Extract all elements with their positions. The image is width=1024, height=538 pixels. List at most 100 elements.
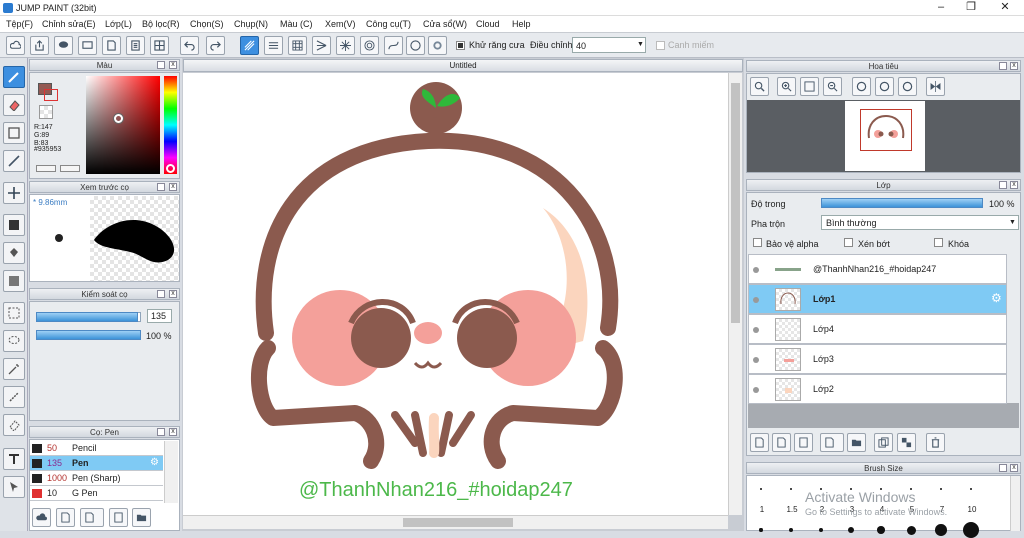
menu-cloud[interactable]: Cloud: [476, 19, 500, 29]
close-panel-icon[interactable]: x: [1010, 464, 1018, 472]
duplicate-layer-button[interactable]: [874, 433, 893, 452]
hue-cursor[interactable]: [166, 164, 175, 173]
rotate-right-button[interactable]: [898, 77, 917, 96]
zoom-fit-window-button[interactable]: [800, 77, 819, 96]
zoom-in-button[interactable]: [777, 77, 796, 96]
float-panel-icon[interactable]: [157, 290, 165, 298]
close-panel-icon[interactable]: x: [1010, 62, 1018, 70]
brush-size-preset-sample[interactable]: [906, 525, 916, 535]
brush-size-preset-dot[interactable]: [760, 488, 762, 490]
visibility-icon[interactable]: [753, 297, 759, 303]
layer-folder-doc-button[interactable]: [794, 433, 813, 452]
operation-tool[interactable]: [3, 476, 25, 498]
brush-item[interactable]: 1000 Pen (Sharp): [30, 471, 163, 486]
layer-row[interactable]: Lớp2: [748, 374, 1007, 404]
menu-capture[interactable]: Chụp(N): [234, 19, 268, 29]
brush-size-preset-sample[interactable]: [788, 527, 794, 533]
menu-window[interactable]: Cửa sổ(W): [423, 19, 467, 29]
canvas-vertical-scrollbar[interactable]: [728, 73, 742, 515]
cloud-button[interactable]: [6, 36, 25, 55]
snap-off-button[interactable]: [240, 36, 259, 55]
navigator-view-frame[interactable]: [860, 109, 912, 151]
brush-size-scrollbar[interactable]: [1010, 476, 1020, 531]
menu-select[interactable]: Chọn(S): [190, 19, 224, 29]
brush-item-selected[interactable]: 135 Pen ⚙: [30, 456, 163, 471]
menu-view[interactable]: Xem(V): [325, 19, 356, 29]
float-panel-icon[interactable]: [999, 181, 1007, 189]
size-slider[interactable]: [36, 312, 141, 322]
opacity-slider[interactable]: [36, 330, 141, 340]
horizontal-scroll-thumb[interactable]: [403, 518, 513, 527]
color-picker-cursor[interactable]: [114, 114, 123, 123]
zoom-out-button[interactable]: [823, 77, 842, 96]
color-mode-button-2[interactable]: [60, 165, 80, 172]
close-button[interactable]: ✕: [990, 1, 1020, 15]
clip-checkbox[interactable]: [844, 238, 853, 247]
visibility-icon[interactable]: [753, 387, 759, 393]
grid-snap-button[interactable]: [288, 36, 307, 55]
brush-size-preset-dot[interactable]: [940, 488, 942, 490]
menu-tools[interactable]: Công cụ(T): [366, 19, 411, 29]
rotate-left-button[interactable]: [852, 77, 871, 96]
undo-button[interactable]: [180, 36, 199, 55]
minimize-button[interactable]: –: [926, 1, 956, 15]
navigator-thumbnail[interactable]: [845, 101, 925, 171]
float-panel-icon[interactable]: [157, 61, 165, 69]
sub-color-swatch[interactable]: [44, 89, 58, 101]
gradient-tool[interactable]: [3, 270, 25, 292]
brush-item[interactable]: 10 G Pen: [30, 486, 163, 501]
snap-checkbox[interactable]: [656, 41, 665, 50]
magic-wand-tool[interactable]: [3, 358, 25, 380]
layer-row-selected[interactable]: Lớp1 ⚙: [748, 284, 1007, 314]
layer-row[interactable]: Lớp3: [748, 344, 1007, 374]
float-panel-icon[interactable]: [999, 62, 1007, 70]
burst-snap-button[interactable]: [336, 36, 355, 55]
add-layer-menu-button[interactable]: [820, 433, 844, 452]
hue-slider[interactable]: [164, 76, 177, 174]
curve-snap-button[interactable]: [384, 36, 403, 55]
page-button[interactable]: [126, 36, 145, 55]
menu-color[interactable]: Màu (C): [280, 19, 313, 29]
select-tool[interactable]: [3, 122, 25, 144]
transparent-color-swatch[interactable]: [39, 105, 53, 119]
brush-size-preset-sample[interactable]: [759, 528, 763, 532]
merge-layer-button[interactable]: [897, 433, 916, 452]
vertical-scroll-thumb[interactable]: [731, 83, 740, 323]
document-tab[interactable]: Untitled: [183, 59, 743, 72]
new-folder-button[interactable]: [847, 433, 866, 452]
maximize-button[interactable]: ❐: [956, 1, 986, 15]
color-mode-button-1[interactable]: [36, 165, 56, 172]
visibility-icon[interactable]: [753, 357, 759, 363]
message-button[interactable]: [78, 36, 97, 55]
visibility-icon[interactable]: [753, 267, 759, 273]
layer-opacity-slider[interactable]: [821, 198, 983, 208]
parallel-snap-button[interactable]: [264, 36, 283, 55]
bucket-tool[interactable]: [3, 242, 25, 264]
brush-size-preset-sample[interactable]: [847, 526, 855, 534]
float-panel-icon[interactable]: [157, 183, 165, 191]
brush-settings-button[interactable]: [109, 508, 128, 527]
new-layer-button[interactable]: [750, 433, 769, 452]
brush-size-preset-sample[interactable]: [935, 524, 947, 536]
move-tool[interactable]: [3, 182, 25, 204]
menu-help[interactable]: Help: [512, 19, 531, 29]
zoom-fit-button[interactable]: [750, 77, 769, 96]
brush-size-preset-dot[interactable]: [970, 488, 972, 490]
document-button[interactable]: [102, 36, 121, 55]
rotate-reset-button[interactable]: [875, 77, 894, 96]
flip-button[interactable]: [926, 77, 945, 96]
blend-mode-select[interactable]: Bình thường ▼: [821, 215, 1019, 230]
close-panel-icon[interactable]: x: [1010, 181, 1018, 189]
brush-list-scrollbar[interactable]: [164, 441, 178, 503]
menu-filter[interactable]: Bộ lọc(R): [142, 19, 180, 29]
gear-icon[interactable]: ⚙: [991, 291, 1002, 305]
grid-settings-button[interactable]: [150, 36, 169, 55]
lock-checkbox[interactable]: [934, 238, 943, 247]
brush-menu-button[interactable]: [80, 508, 104, 527]
float-panel-icon[interactable]: [157, 428, 165, 436]
gear-icon[interactable]: ⚙: [150, 457, 159, 468]
menu-layer[interactable]: Lớp(L): [105, 19, 132, 29]
fill-rect-tool[interactable]: [3, 214, 25, 236]
new-brush-button[interactable]: [56, 508, 75, 527]
brush-size-preset-sample[interactable]: [877, 526, 885, 534]
